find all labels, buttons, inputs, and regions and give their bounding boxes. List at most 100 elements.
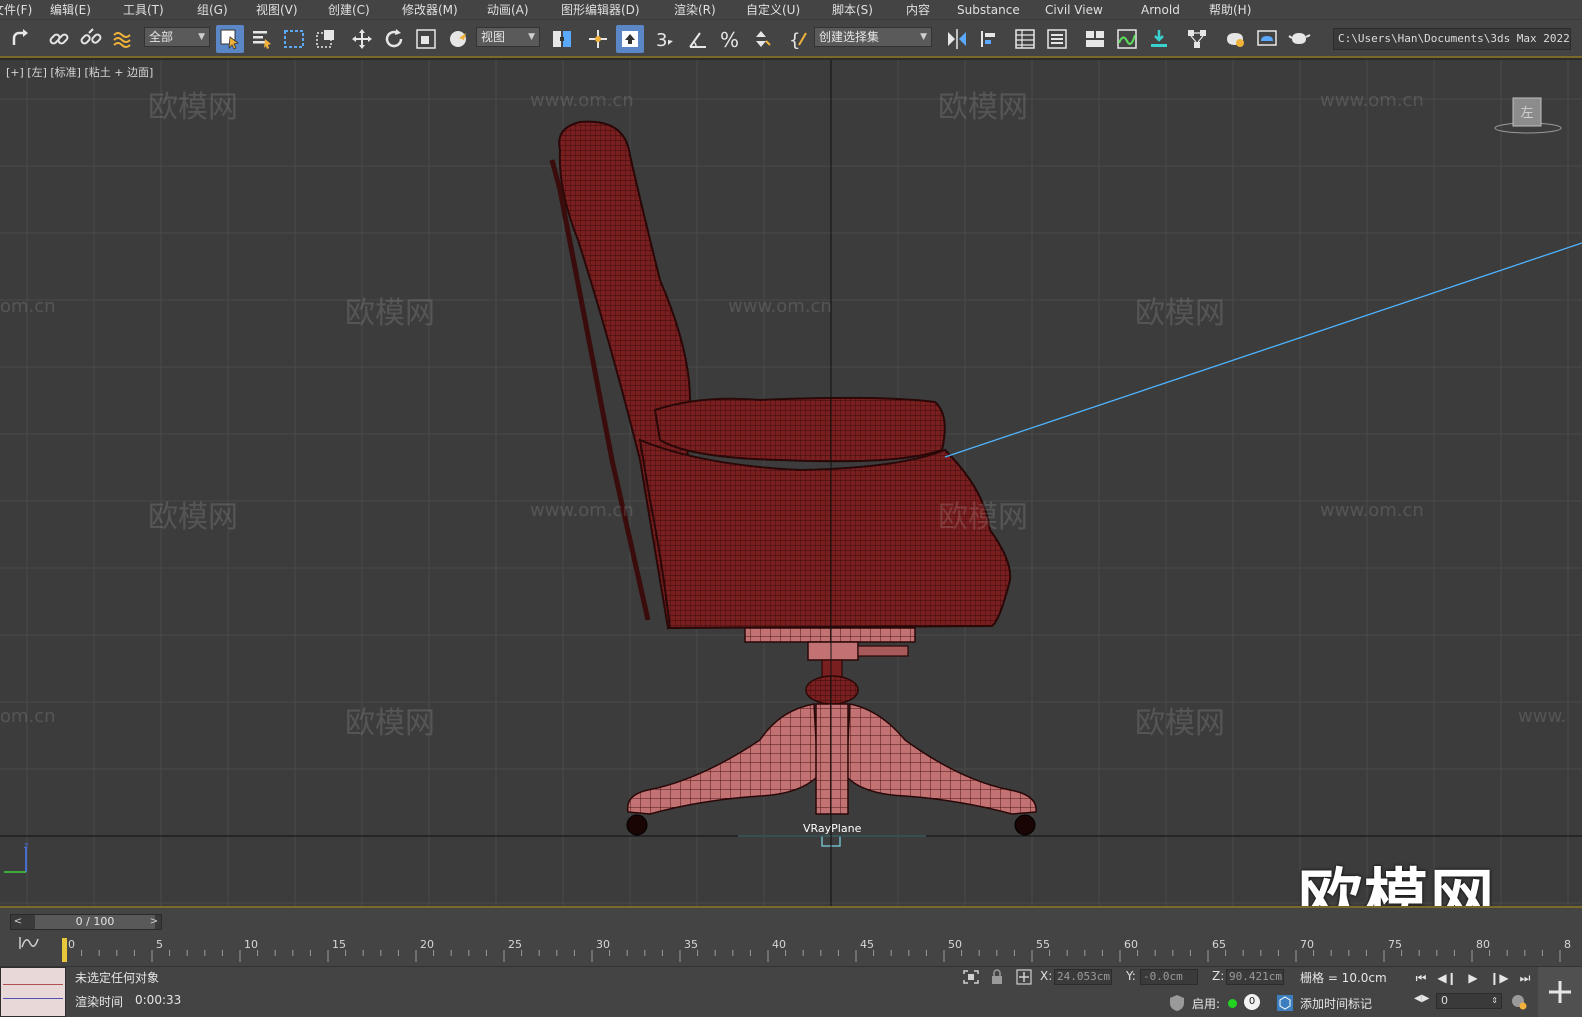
previous-frame-button[interactable]: ◀❙	[1436, 969, 1458, 987]
keyboard-shortcut-toggle[interactable]	[616, 25, 644, 53]
timeline-tick-label: 55	[1036, 938, 1050, 951]
key-mode-toggle-icon[interactable]: ◀▶	[1414, 993, 1429, 1004]
menu-item-16[interactable]: 帮助(H)	[1209, 2, 1251, 18]
scale-button[interactable]	[412, 25, 440, 53]
material-editor-button[interactable]	[1183, 25, 1211, 53]
menu-item-11[interactable]: 脚本(S)	[832, 2, 873, 18]
menu-item-14[interactable]: Civil View	[1045, 2, 1103, 18]
angle-snap-button[interactable]	[684, 25, 712, 53]
rendered-frame-window-button[interactable]	[1253, 25, 1281, 53]
watermark-text: www.om.cn	[530, 500, 634, 521]
unlink-button[interactable]	[77, 25, 105, 53]
schematic-view-button[interactable]	[1145, 25, 1173, 53]
menu-item-4[interactable]: 视图(V)	[256, 2, 298, 18]
rectangular-selection-button[interactable]	[280, 25, 308, 53]
menu-item-15[interactable]: Arnold	[1141, 2, 1180, 18]
snap-toggle-button[interactable]: 3	[651, 25, 679, 53]
teapot-render-icon	[1288, 33, 1311, 44]
timeline-ruler[interactable]: 0 5 10 15 20 25 30 35 40 45 50 55 60 65 70 75 80 85	[62, 936, 1572, 964]
menu-item-13[interactable]: Substance	[957, 2, 1020, 18]
vray-plane-label: VRayPlane	[803, 822, 862, 835]
reference-coordinate-dropdown[interactable]: 视图 ▼	[476, 27, 540, 47]
redo-button[interactable]	[6, 25, 34, 53]
isolate-selection-icon[interactable]	[962, 969, 980, 985]
menu-item-8[interactable]: 图形编辑器(D)	[561, 2, 640, 18]
viewcube[interactable]: 左	[1493, 96, 1563, 136]
menu-item-3[interactable]: 组(G)	[197, 2, 228, 18]
selection-filter-dropdown[interactable]: 全部 ▼	[144, 27, 210, 47]
mirror-icon	[948, 29, 966, 49]
timeline-tick-label: 70	[1300, 938, 1314, 951]
place-button[interactable]	[444, 25, 472, 53]
coord-y-label: Y:	[1126, 969, 1136, 983]
key-count-value: 0	[1248, 996, 1256, 1007]
layer-explorer-button[interactable]	[1043, 25, 1071, 53]
add-viewport-button[interactable]	[1538, 967, 1582, 1017]
viewport-label[interactable]: [+] [左] [标准] [粘土 + 边面]	[6, 64, 153, 80]
time-slider[interactable]: < 0 / 100 >	[10, 914, 162, 930]
move-button[interactable]	[348, 25, 376, 53]
time-cursor[interactable]	[62, 938, 67, 962]
coord-y-field[interactable]: -0.0cm	[1140, 969, 1198, 985]
left-viewport[interactable]: z 欧模网 www.om.cn 欧模网 www.om.cn om.cn 欧模网 www.om…	[0, 60, 1582, 906]
time-tag-cube-icon[interactable]	[1276, 994, 1294, 1012]
select-cursor-icon	[220, 29, 239, 50]
chevron-right-icon[interactable]: >	[147, 915, 161, 929]
render-production-button[interactable]	[1285, 25, 1313, 53]
next-frame-button[interactable]: ❙▶	[1488, 969, 1510, 987]
select-by-name-button[interactable]	[248, 25, 276, 53]
bind-space-warp-button[interactable]	[109, 25, 137, 53]
edit-named-selection-button[interactable]: {	[786, 25, 814, 53]
move-icon	[352, 29, 372, 49]
coord-z-field[interactable]: 90.421cm	[1226, 969, 1284, 985]
go-to-start-button[interactable]: ⏮	[1410, 969, 1432, 987]
time-configuration-icon[interactable]	[1510, 993, 1528, 1011]
render-setup-button[interactable]	[1221, 25, 1249, 53]
go-to-end-button[interactable]: ⏭	[1514, 969, 1536, 987]
play-button[interactable]: ▶	[1462, 969, 1484, 987]
pivot-center-button[interactable]	[548, 25, 576, 53]
maxscript-mini-listener[interactable]	[0, 967, 66, 1017]
scene-explorer-button[interactable]	[1011, 25, 1039, 53]
office-chair-model[interactable]: z	[0, 60, 1582, 906]
chair-seat-plate	[744, 627, 916, 643]
coord-x-field[interactable]: 24.053cm	[1054, 969, 1112, 985]
absolute-transform-icon[interactable]	[1016, 969, 1032, 985]
keyboard-override-icon	[622, 31, 638, 47]
named-selection-dropdown[interactable]: 创建选择集 ▼	[814, 27, 932, 47]
unlink-icon	[80, 28, 102, 45]
menu-item-0[interactable]: 文件(F)	[0, 2, 32, 18]
menu-item-5[interactable]: 创建(C)	[328, 2, 370, 18]
align-button[interactable]	[975, 25, 1003, 53]
time-slider-frame[interactable]: 0 / 100	[35, 915, 155, 929]
menu-item-2[interactable]: 工具(T)	[123, 2, 164, 18]
toggle-ribbon-button[interactable]	[1081, 25, 1109, 53]
menu-item-7[interactable]: 动画(A)	[487, 2, 529, 18]
select-manipulate-button[interactable]	[584, 25, 612, 53]
menu-item-1[interactable]: 编辑(E)	[50, 2, 91, 18]
rotate-button[interactable]	[380, 25, 408, 53]
current-frame-spinner[interactable]: 0 ⇕	[1436, 993, 1502, 1009]
watermark-text: www.	[1518, 706, 1567, 727]
mirror-button[interactable]	[943, 25, 971, 53]
named-selection-value: 创建选择集	[819, 30, 880, 44]
link-button[interactable]	[45, 25, 73, 53]
add-time-tag-button[interactable]: 添加时间标记	[1300, 995, 1372, 1012]
curve-editor-button[interactable]	[1113, 25, 1141, 53]
menu-item-6[interactable]: 修改器(M)	[402, 2, 458, 18]
layer-explorer-icon	[1047, 29, 1067, 49]
select-object-button[interactable]	[216, 25, 244, 53]
selection-lock-icon[interactable]	[990, 969, 1004, 985]
project-path-field[interactable]: C:\Users\Han\Documents\3ds Max 2022	[1333, 28, 1571, 50]
spinner-snap-button[interactable]	[748, 25, 776, 53]
watermark-text: 欧模网	[345, 296, 435, 331]
window-crossing-button[interactable]	[312, 25, 340, 53]
key-count-badge[interactable]: 0	[1244, 994, 1260, 1010]
chevron-left-icon[interactable]: <	[11, 915, 25, 929]
menu-item-9[interactable]: 渲染(R)	[674, 2, 716, 18]
percent-snap-button[interactable]: %	[716, 25, 744, 53]
menu-item-10[interactable]: 自定义(U)	[746, 2, 800, 18]
menu-item-12[interactable]: 内容	[906, 2, 930, 18]
viewport-shield-icon[interactable]	[1168, 994, 1186, 1012]
curve-editor-mini-icon[interactable]	[18, 935, 40, 951]
